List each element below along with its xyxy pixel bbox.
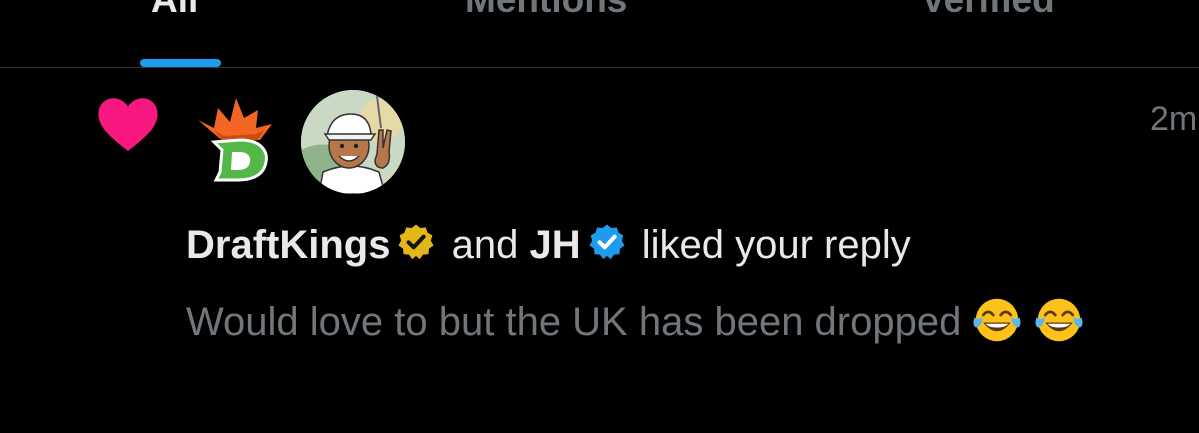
heart-icon [98, 98, 158, 151]
tab-mentions[interactable]: Mentions [465, 0, 627, 21]
active-tab-indicator [140, 59, 221, 67]
tab-all[interactable]: All [151, 0, 198, 21]
action-text: liked your reply [641, 223, 911, 267]
draftkings-avatar[interactable] [194, 90, 298, 194]
tab-verified[interactable]: Verified [921, 0, 1055, 21]
face-with-tears-of-joy-icon [1035, 298, 1083, 342]
connector-text: and [451, 223, 519, 267]
jh-avatar[interactable] [301, 90, 405, 194]
gold-verified-badge-icon [398, 224, 434, 260]
timestamp: 2m [1150, 100, 1198, 138]
notification-tabs: All Mentions Verified [0, 0, 1199, 68]
blue-verified-badge-icon [589, 224, 625, 260]
draftkings-logo-icon [198, 98, 272, 182]
reply-preview[interactable]: Would love to but the UK has been droppe… [186, 295, 1176, 347]
face-with-tears-of-joy-icon [973, 298, 1021, 342]
golfer-cartoon-icon [301, 90, 405, 194]
reply-text: Would love to but the UK has been droppe… [186, 300, 962, 344]
user-name-draftkings[interactable]: DraftKings [186, 223, 390, 267]
user-name-jh[interactable]: JH [529, 223, 580, 267]
notification-headline: DraftKings and JH liked your reply [186, 222, 911, 268]
